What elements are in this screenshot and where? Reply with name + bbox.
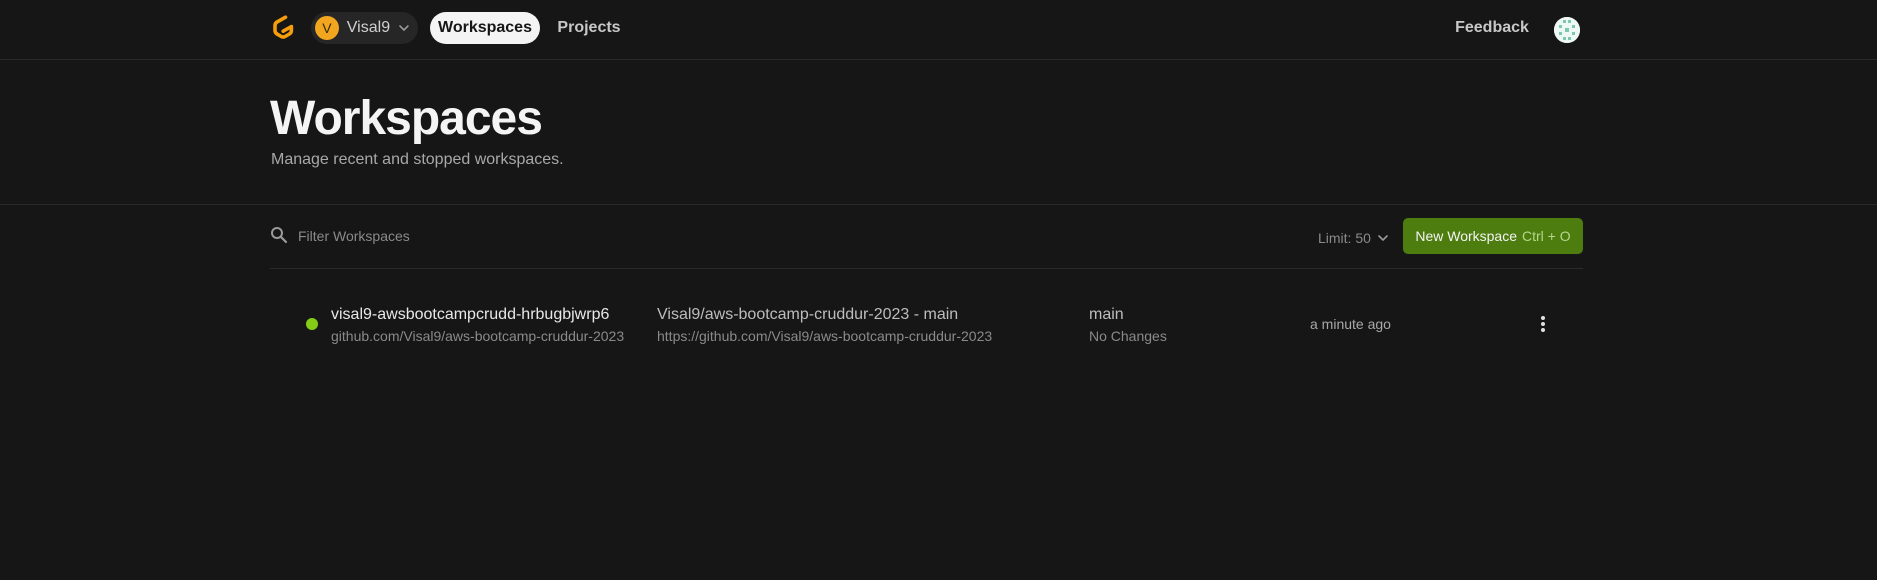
search-icon [271, 227, 288, 244]
page-title: Workspaces [270, 92, 543, 145]
filter-workspaces-input[interactable] [296, 224, 696, 248]
user-avatar-icon[interactable] [1554, 17, 1580, 43]
status-running-icon [306, 318, 318, 330]
workspace-context-url[interactable]: https://github.com/Visal9/aws-bootcamp-c… [657, 328, 992, 344]
page-subtitle: Manage recent and stopped workspaces. [271, 151, 564, 168]
limit-label: Limit: 50 [1318, 230, 1371, 246]
new-workspace-button[interactable]: New Workspace Ctrl + O [1403, 218, 1583, 254]
top-nav: V Visal9 Workspaces Projects Feedback [0, 0, 1877, 60]
workspace-branch: main [1089, 306, 1124, 323]
tab-projects[interactable]: Projects [552, 12, 626, 44]
org-switcher[interactable]: V Visal9 [311, 12, 418, 44]
workspace-context: Visal9/aws-bootcamp-cruddur-2023 - main [657, 306, 959, 323]
org-name: Visal9 [346, 19, 391, 36]
workspaces-page: V Visal9 Workspaces Projects Feedback Wo… [0, 0, 1877, 580]
feedback-link[interactable]: Feedback [1450, 12, 1534, 44]
more-options-icon[interactable] [1533, 312, 1553, 336]
chevron-down-icon [1378, 235, 1388, 242]
kebab-dots [1541, 316, 1545, 332]
workspace-repo: github.com/Visal9/aws-bootcamp-cruddur-2… [331, 328, 625, 344]
gitpod-logo-icon[interactable] [270, 14, 296, 42]
new-workspace-label: New Workspace [1415, 228, 1518, 244]
workspace-toolbar: Limit: 50 New Workspace Ctrl + O [270, 206, 1583, 269]
workspace-last-active: a minute ago [1310, 316, 1391, 332]
avatar-pattern [1554, 17, 1580, 43]
workspace-row[interactable]: visal9-awsbootcampcrudd-hrbugbjwrp6 gith… [270, 294, 1583, 354]
workspace-changes: No Changes [1089, 328, 1167, 344]
tab-workspaces[interactable]: Workspaces [430, 12, 540, 44]
limit-dropdown[interactable]: Limit: 50 [1318, 228, 1389, 248]
org-avatar: V [315, 16, 339, 40]
workspace-name[interactable]: visal9-awsbootcampcrudd-hrbugbjwrp6 [331, 306, 609, 324]
chevron-down-icon [399, 25, 409, 32]
keyboard-shortcut: Ctrl + O [1522, 228, 1571, 244]
page-header: Workspaces Manage recent and stopped wor… [0, 61, 1877, 205]
